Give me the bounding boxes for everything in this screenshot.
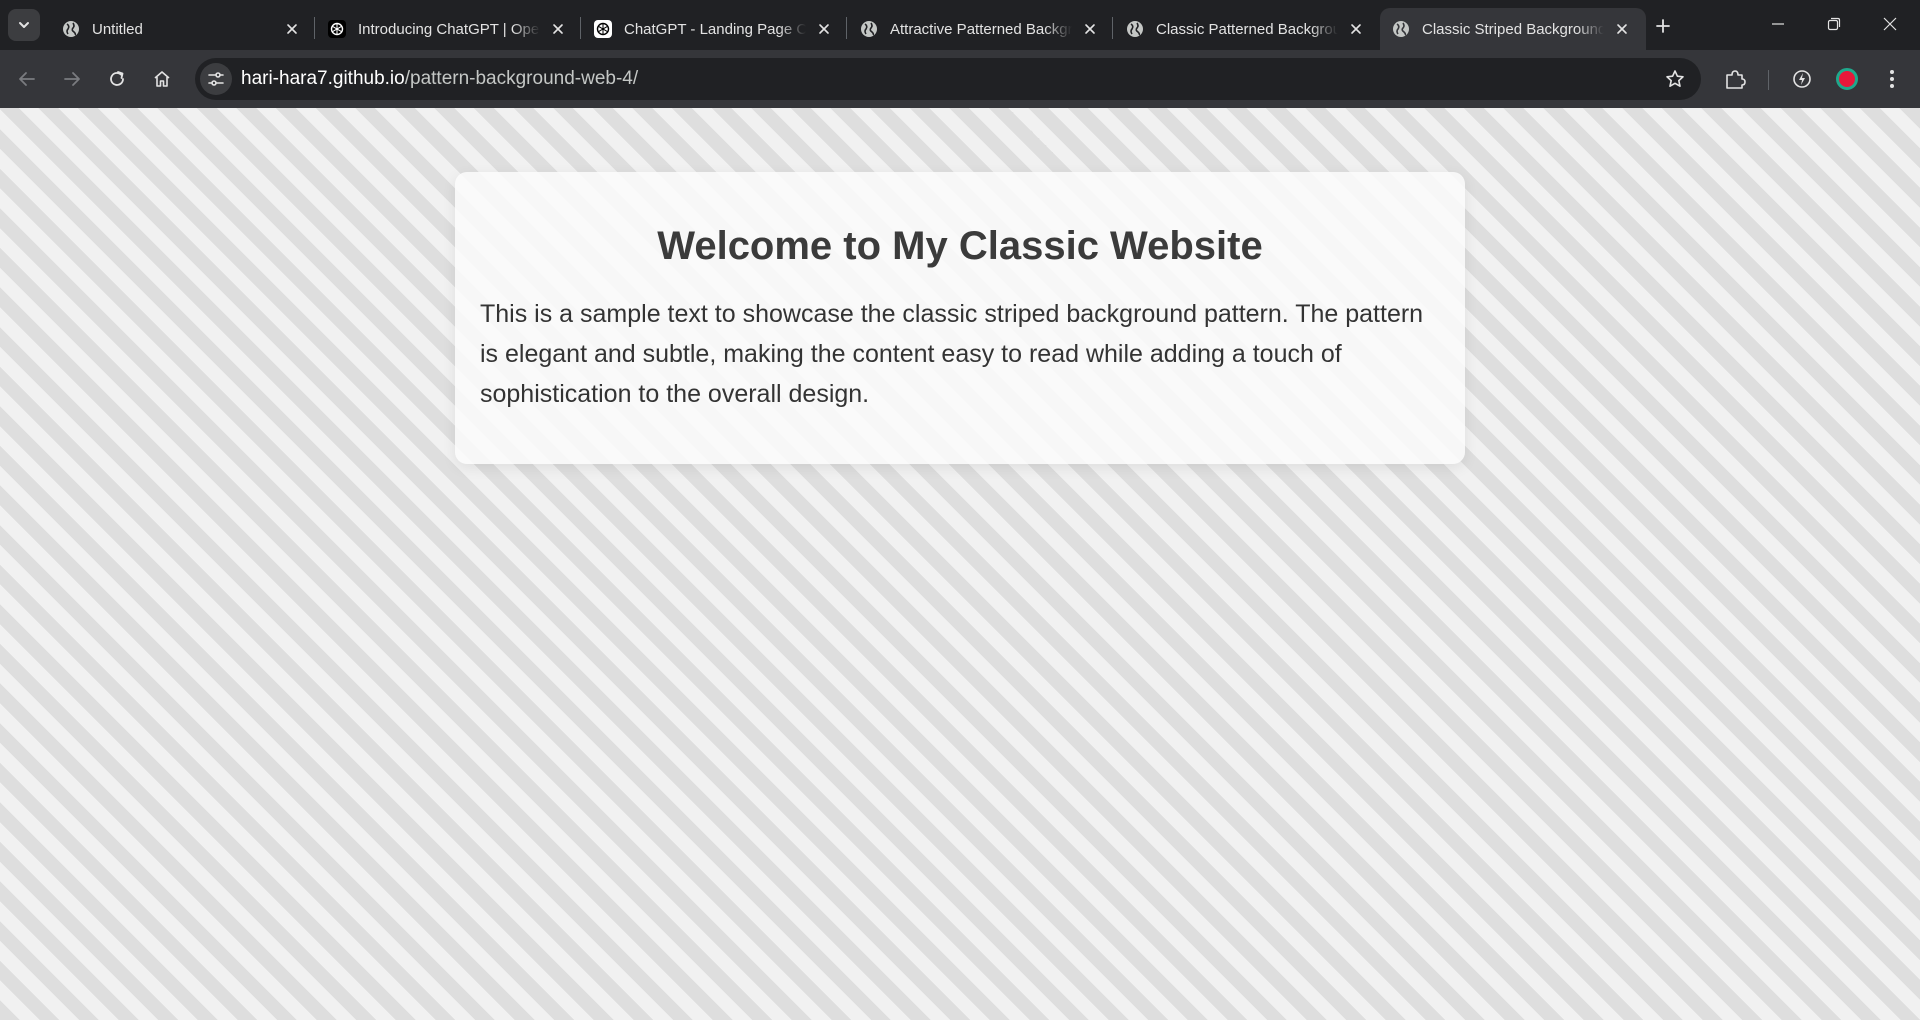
home-icon — [153, 70, 171, 88]
reload-icon — [108, 70, 126, 88]
close-icon[interactable] — [280, 17, 304, 41]
minimize-button[interactable] — [1750, 0, 1806, 48]
plus-icon — [1655, 18, 1671, 34]
restore-icon — [1827, 17, 1841, 31]
profile-button[interactable] — [1829, 61, 1865, 97]
globe-icon — [62, 20, 80, 38]
url-path: /pattern-background-web-4/ — [404, 68, 639, 89]
intro-paragraph: This is a sample text to showcase the cl… — [480, 300, 1424, 408]
tab-title: Untitled — [92, 20, 143, 38]
url-host: hari-hara7.github.io — [241, 68, 405, 89]
close-icon[interactable] — [1078, 17, 1102, 41]
tab-chatgpt-landing-page[interactable]: ChatGPT - Landing Page Creation — [582, 8, 848, 50]
openai-icon — [594, 20, 612, 38]
tab-attractive-patterned-background[interactable]: Attractive Patterned Background — [848, 8, 1114, 50]
star-icon — [1665, 69, 1685, 89]
globe-icon — [1392, 20, 1410, 38]
tab-title: ChatGPT - Landing Page Creation — [624, 20, 806, 38]
tab-search-button[interactable] — [8, 9, 40, 41]
extensions-button[interactable] — [1717, 61, 1753, 97]
page-viewport: Welcome to My Classic Website This is a … — [0, 108, 1920, 1020]
new-tab-button[interactable] — [1648, 11, 1678, 41]
tab-untitled[interactable]: Untitled — [50, 8, 316, 50]
bookmark-button[interactable] — [1659, 63, 1691, 95]
tab-title: Attractive Patterned Background — [890, 20, 1072, 38]
chevron-down-icon — [17, 18, 31, 32]
close-icon[interactable] — [812, 17, 836, 41]
tab-title: Classic Striped Background — [1422, 20, 1604, 38]
close-icon[interactable] — [1610, 17, 1634, 41]
arrow-left-icon — [18, 70, 36, 88]
speed-icon — [1791, 68, 1813, 90]
restore-button[interactable] — [1806, 0, 1862, 48]
tab-divider — [314, 17, 315, 39]
forward-button[interactable] — [54, 61, 90, 97]
globe-icon — [860, 20, 878, 38]
tab-strip: Untitled Introducing ChatGPT | OpenAI Ch… — [0, 0, 1920, 50]
close-icon — [1883, 17, 1897, 31]
close-window-button[interactable] — [1862, 0, 1918, 48]
puzzle-icon — [1724, 68, 1746, 90]
tab-divider — [1112, 17, 1113, 39]
browser-menu-button[interactable] — [1874, 61, 1910, 97]
tab-divider — [846, 17, 847, 39]
tab-classic-patterned-background[interactable]: Classic Patterned Background — [1114, 8, 1380, 50]
minimize-icon — [1771, 17, 1785, 31]
tune-icon — [207, 70, 225, 88]
url-text[interactable]: hari-hara7.github.io/pattern-background-… — [241, 68, 638, 90]
arrow-right-icon — [63, 70, 81, 88]
tab-introducing-chatgpt[interactable]: Introducing ChatGPT | OpenAI — [316, 8, 582, 50]
page-title: Welcome to My Classic Website — [657, 224, 1263, 268]
close-icon[interactable] — [546, 17, 570, 41]
more-vertical-icon — [1889, 69, 1895, 89]
tab-divider — [580, 17, 581, 39]
back-button[interactable] — [9, 61, 45, 97]
browser-toolbar: hari-hara7.github.io/pattern-background-… — [0, 50, 1920, 108]
address-bar[interactable]: hari-hara7.github.io/pattern-background-… — [195, 58, 1701, 100]
tab-title: Classic Patterned Background — [1156, 20, 1338, 38]
tab-title: Introducing ChatGPT | OpenAI — [358, 20, 540, 38]
tab-classic-striped-background[interactable]: Classic Striped Background — [1380, 8, 1646, 50]
reload-button[interactable] — [99, 61, 135, 97]
content-card: Welcome to My Classic Website This is a … — [455, 172, 1465, 464]
site-info-button[interactable] — [200, 63, 232, 95]
performance-button[interactable] — [1784, 61, 1820, 97]
home-button[interactable] — [144, 61, 180, 97]
globe-icon — [1126, 20, 1144, 38]
toolbar-divider — [1768, 70, 1769, 90]
openai-icon — [328, 20, 346, 38]
profile-avatar — [1836, 68, 1858, 90]
close-icon[interactable] — [1344, 17, 1368, 41]
